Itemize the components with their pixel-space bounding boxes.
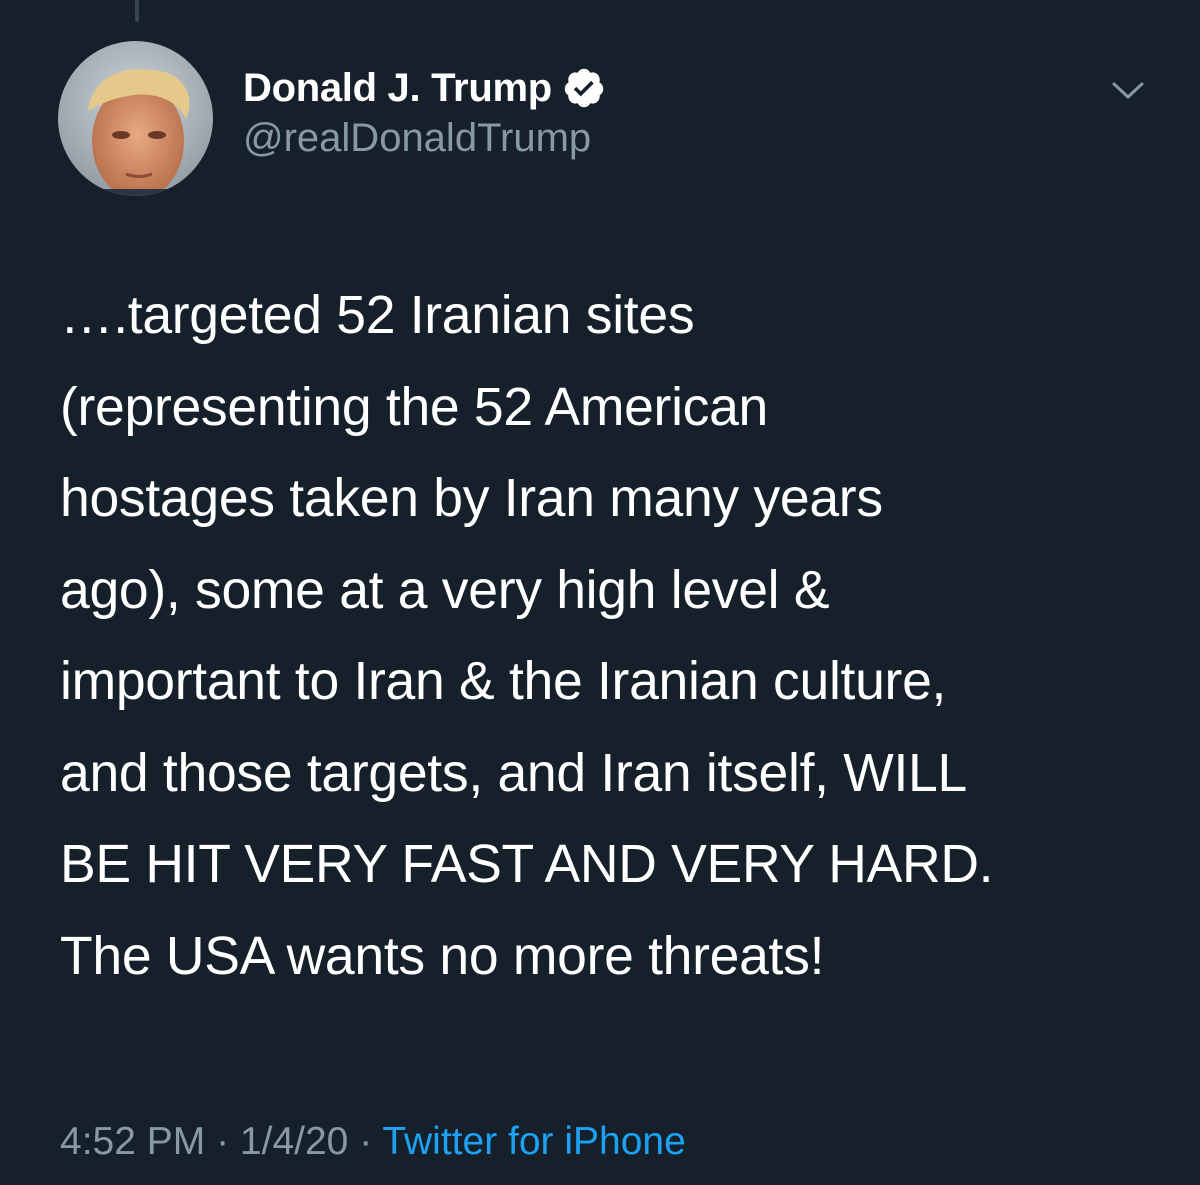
author-name-row: Donald J. Trump bbox=[243, 62, 606, 114]
tweet-time: 4:52 PM bbox=[60, 1120, 206, 1163]
display-name[interactable]: Donald J. Trump bbox=[243, 66, 552, 111]
meta-separator: · bbox=[205, 1120, 240, 1163]
author-handle[interactable]: @realDonaldTrump bbox=[243, 116, 591, 161]
thread-connector-line bbox=[135, 0, 139, 22]
tweet-text: ….targeted 52 Iranian sites (representin… bbox=[60, 286, 994, 986]
chevron-down-icon[interactable] bbox=[1110, 78, 1146, 104]
avatar[interactable] bbox=[58, 41, 213, 196]
tweet-meta: 4:52 PM · 1/4/20 · Twitter for iPhone bbox=[60, 1112, 686, 1172]
tweet-source-link[interactable]: Twitter for iPhone bbox=[382, 1120, 685, 1163]
verified-badge-icon bbox=[562, 66, 606, 110]
meta-separator: · bbox=[348, 1120, 383, 1163]
profile-photo-icon bbox=[58, 41, 213, 196]
tweet-date[interactable]: 1/4/20 bbox=[240, 1120, 348, 1163]
